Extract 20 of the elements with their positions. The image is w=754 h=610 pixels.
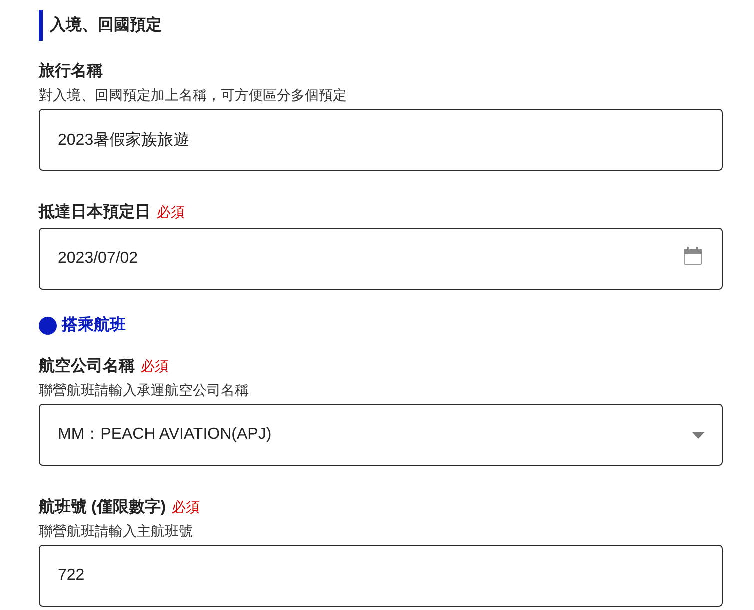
field-hint: 聯營航班請輸入承運航空公司名稱: [39, 381, 250, 400]
caret-icon: [692, 432, 705, 438]
subsection-title: 搭乘航班: [62, 315, 126, 336]
field-hint: 對入境、回國預定加上名稱，可方便區分多個預定: [39, 86, 348, 105]
text-field[interactable]: 722: [39, 545, 723, 607]
required-tag: 必須: [141, 355, 169, 377]
required-tag: 必須: [157, 201, 185, 223]
required-tag: 必須: [172, 496, 200, 518]
text-field[interactable]: 2023暑假家族旅遊: [39, 109, 723, 171]
field-hint: 聯營航班請輸入主航班號: [39, 522, 194, 541]
field-label: 抵達日本預定日: [39, 202, 151, 223]
section-accent-bar: [39, 10, 43, 41]
bullet-icon: [39, 317, 57, 335]
field-label: 旅行名稱: [39, 62, 103, 82]
section-title: 入境、回國預定: [50, 15, 162, 36]
date-field[interactable]: 2023/07/02: [39, 228, 723, 290]
field-label: 航班號 (僅限數字): [39, 497, 166, 518]
calendar-icon: [684, 247, 702, 265]
airline-select[interactable]: MM：PEACH AVIATION(APJ): [39, 404, 723, 466]
field-label: 航空公司名稱: [39, 356, 135, 377]
